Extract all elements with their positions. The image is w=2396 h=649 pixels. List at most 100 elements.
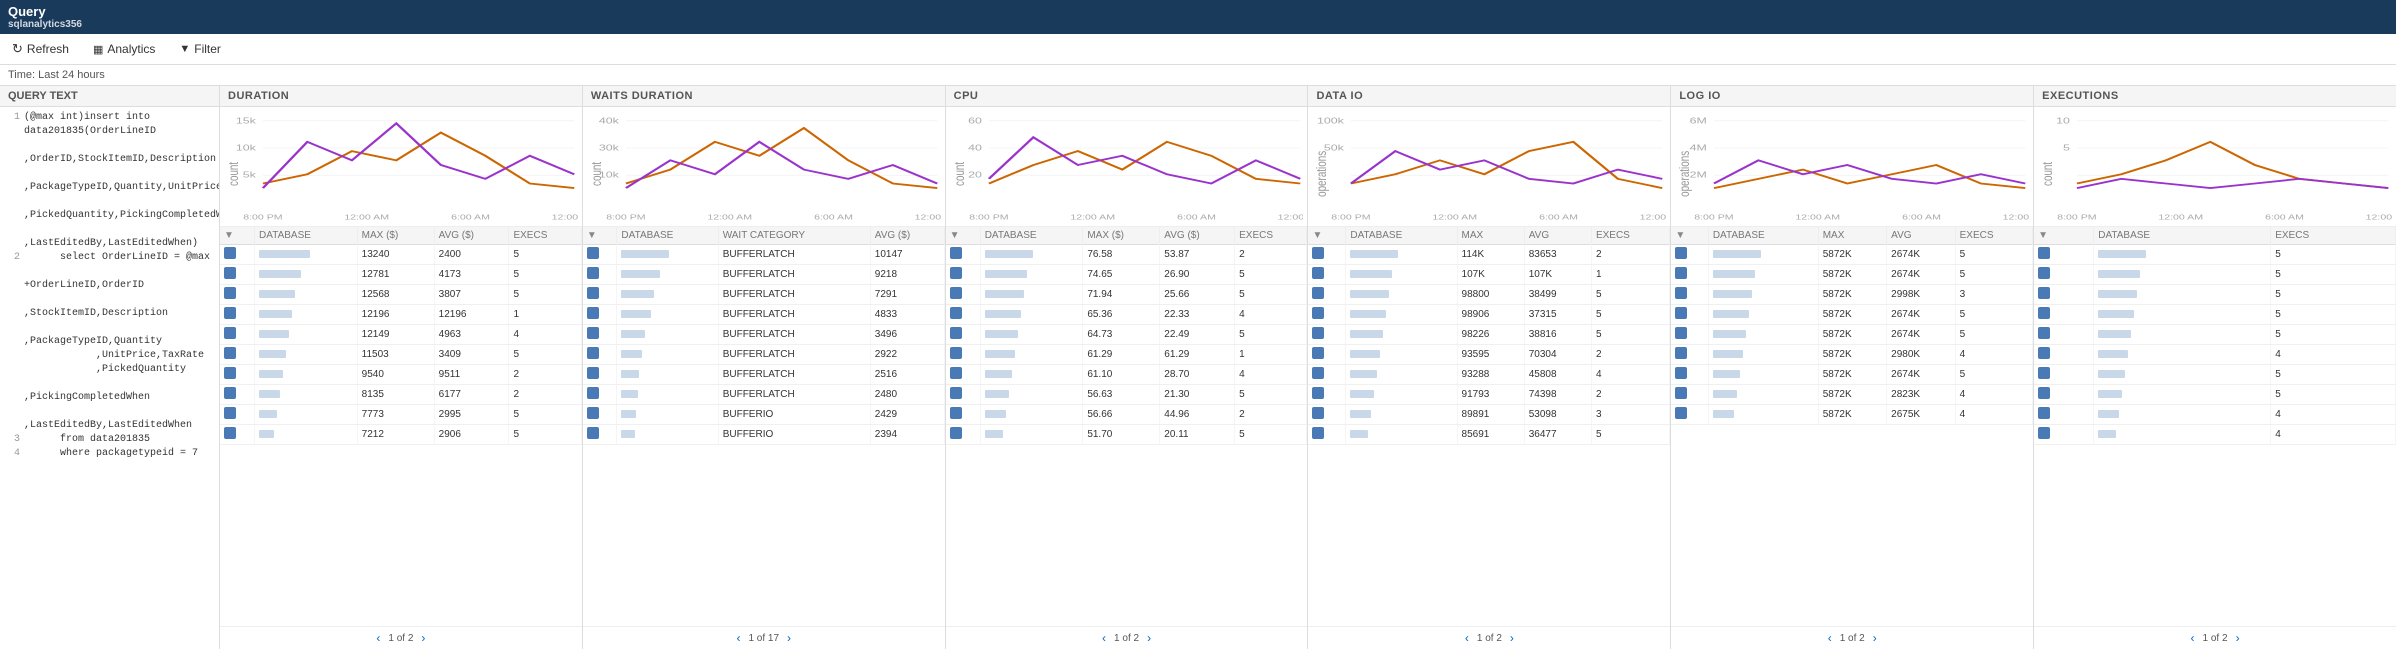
line-number — [8, 167, 20, 195]
db-bar-cell — [255, 385, 358, 405]
cell-col4: 2 — [1591, 245, 1669, 265]
table-row[interactable]: 5 — [2034, 365, 2395, 385]
table-row[interactable]: BUFFERIO2394 — [583, 425, 944, 445]
table-row[interactable]: 93288458084 — [1308, 365, 1669, 385]
table-row[interactable]: BUFFERLATCH2922 — [583, 345, 944, 365]
line-text: ,LastEditedBy,LastEditedWhen) — [24, 223, 211, 251]
table-row[interactable]: 98906373155 — [1308, 305, 1669, 325]
table-row[interactable]: 1278141735 — [220, 265, 581, 285]
table-row[interactable]: 5 — [2034, 305, 2395, 325]
table-row[interactable]: 5872K2980K4 — [1671, 345, 2032, 365]
cell-col2: 9540 — [357, 365, 434, 385]
cell-col2: 76.58 — [1083, 245, 1160, 265]
table-row[interactable]: 107K107K1 — [1308, 265, 1669, 285]
table-row[interactable]: 61.2961.291 — [946, 345, 1307, 365]
table-row[interactable]: 74.6526.905 — [946, 265, 1307, 285]
cell-col2: 4 — [2271, 345, 2396, 365]
svg-text:10: 10 — [2056, 116, 2070, 126]
chart-panel-logio: LOG IOoperations6M4M2M8:00 PM12:00 AM6:0… — [1671, 86, 2034, 649]
table-row[interactable]: BUFFERLATCH2480 — [583, 385, 944, 405]
table-row[interactable]: 56.6321.305 — [946, 385, 1307, 405]
col-header-avg-($): AVG ($) — [434, 227, 509, 245]
table-row[interactable]: 5872K2674K5 — [1671, 245, 2032, 265]
filter-column-icon: ▼ — [950, 230, 960, 241]
query-line: ,PackageTypeID,Quantity — [8, 321, 211, 349]
table-row[interactable]: BUFFERIO2429 — [583, 405, 944, 425]
refresh-button[interactable]: ↻ Refresh — [8, 39, 73, 59]
table-row[interactable]: 721229065 — [220, 425, 581, 445]
query-line: ,OrderID,StockItemID,Description — [8, 139, 211, 167]
query-line: ,StockItemID,Description — [8, 293, 211, 321]
table-row[interactable]: 5872K2674K5 — [1671, 365, 2032, 385]
table-row[interactable]: 5 — [2034, 325, 2395, 345]
table-row[interactable]: BUFFERLATCH9218 — [583, 265, 944, 285]
db-icon — [1312, 387, 1324, 399]
table-row[interactable]: 76.5853.872 — [946, 245, 1307, 265]
table-row[interactable]: 954095112 — [220, 365, 581, 385]
table-row[interactable]: BUFFERLATCH2516 — [583, 365, 944, 385]
table-row[interactable]: 114K836532 — [1308, 245, 1669, 265]
table-row[interactable]: 5 — [2034, 265, 2395, 285]
table-row[interactable]: 61.1028.704 — [946, 365, 1307, 385]
table-row[interactable]: BUFFERLATCH7291 — [583, 285, 944, 305]
table-row[interactable]: 5 — [2034, 245, 2395, 265]
table-row[interactable]: 5872K2998K3 — [1671, 285, 2032, 305]
table-row[interactable]: 1324024005 — [220, 245, 581, 265]
table-row[interactable]: 5872K2823K4 — [1671, 385, 2032, 405]
table-row[interactable]: BUFFERLATCH10147 — [583, 245, 944, 265]
cell-col2: 91793 — [1457, 385, 1524, 405]
query-content[interactable]: 1(@max int)insert into data201835(OrderL… — [0, 107, 219, 465]
table-row[interactable]: BUFFERLATCH3496 — [583, 325, 944, 345]
line-number — [8, 265, 20, 293]
db-bar — [2098, 310, 2134, 318]
table-row[interactable]: 85691364775 — [1308, 425, 1669, 445]
table-row[interactable]: 51.7020.115 — [946, 425, 1307, 445]
table-row[interactable]: 64.7322.495 — [946, 325, 1307, 345]
table-row[interactable]: 89891530983 — [1308, 405, 1669, 425]
db-icon — [2038, 267, 2050, 279]
col-header-database: DATABASE — [1346, 227, 1457, 245]
table-row[interactable]: 5 — [2034, 285, 2395, 305]
table-row[interactable]: 1256838075 — [220, 285, 581, 305]
db-bar — [1350, 430, 1368, 438]
table-row[interactable]: BUFFERLATCH4833 — [583, 305, 944, 325]
chart-table-duration: ▼DATABASEMAX ($)AVG ($)EXECS132402400512… — [220, 227, 582, 626]
db-icon — [1675, 407, 1687, 419]
cell-col2: 51.70 — [1083, 425, 1160, 445]
table-row[interactable]: 5872K2674K5 — [1671, 305, 2032, 325]
table-row[interactable]: 98800384995 — [1308, 285, 1669, 305]
chart-title-waits: WAITS DURATION — [583, 86, 945, 107]
table-row[interactable]: 1214949634 — [220, 325, 581, 345]
cell-col3: 61.29 — [1160, 345, 1235, 365]
table-row[interactable]: 4 — [2034, 345, 2395, 365]
db-bar — [2098, 430, 2116, 438]
table-row[interactable]: 98226388165 — [1308, 325, 1669, 345]
analytics-button[interactable]: ▦ Analytics — [89, 40, 159, 58]
chart-title-executions: EXECUTIONS — [2034, 86, 2396, 107]
table-row[interactable]: 5 — [2034, 385, 2395, 405]
table-row[interactable]: 5872K2674K5 — [1671, 265, 2032, 285]
table-row[interactable]: 91793743982 — [1308, 385, 1669, 405]
pagination-waits: ‹1 of 17› — [583, 626, 945, 649]
table-row[interactable]: 56.6644.962 — [946, 405, 1307, 425]
table-row[interactable]: 777329955 — [220, 405, 581, 425]
cell-col3: 2906 — [434, 425, 509, 445]
pagination-text: 1 of 2 — [1477, 633, 1502, 644]
table-row[interactable]: 4 — [2034, 405, 2395, 425]
db-bar-cell — [2094, 305, 2271, 325]
table-row[interactable]: 65.3622.334 — [946, 305, 1307, 325]
table-row[interactable]: 1150334095 — [220, 345, 581, 365]
cell-col4: 5 — [1955, 325, 2033, 345]
pagination-text: 1 of 17 — [748, 633, 779, 644]
filter-button[interactable]: ▼ Filter — [175, 40, 225, 58]
db-bar-cell — [980, 265, 1083, 285]
db-bar-cell — [1708, 345, 1818, 365]
cell-col4: 5 — [509, 345, 581, 365]
table-row[interactable]: 813561772 — [220, 385, 581, 405]
table-row[interactable]: 71.9425.665 — [946, 285, 1307, 305]
table-row[interactable]: 4 — [2034, 425, 2395, 445]
table-row[interactable]: 12196121961 — [220, 305, 581, 325]
table-row[interactable]: 93595703042 — [1308, 345, 1669, 365]
table-row[interactable]: 5872K2675K4 — [1671, 405, 2032, 425]
table-row[interactable]: 5872K2674K5 — [1671, 325, 2032, 345]
